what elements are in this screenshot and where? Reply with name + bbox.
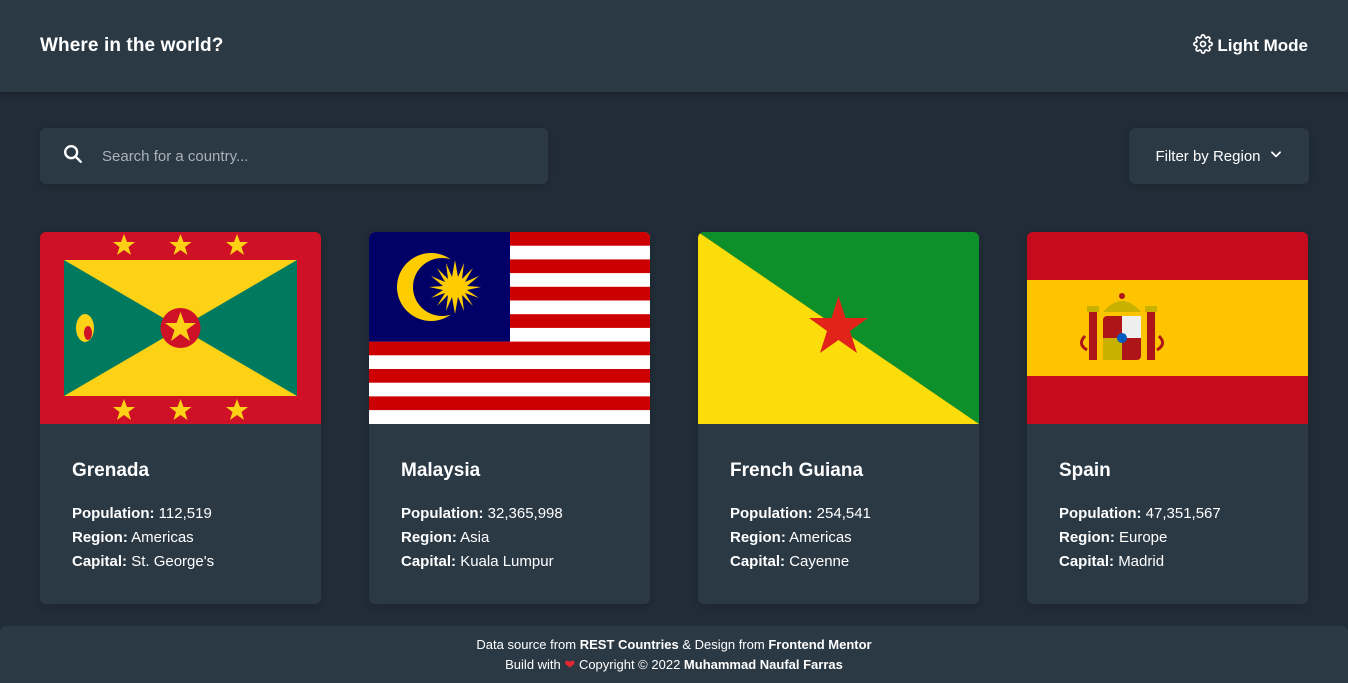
page-footer: Data source from REST Countries & Design… [0, 626, 1348, 683]
country-name: Malaysia [401, 460, 481, 481]
capital-value: Cayenne [789, 553, 850, 570]
footer-text: Build with [505, 656, 561, 672]
country-card[interactable]: Grenada Population: 112,519 Region: Amer… [40, 232, 321, 604]
capital-value: St. George's [131, 553, 215, 570]
region-line: Region: Americas [730, 529, 852, 546]
region-line: Region: Europe [1059, 529, 1168, 546]
population-line: Population: 254,541 [730, 505, 871, 522]
frontend-mentor-link[interactable]: Frontend Mentor [768, 637, 871, 652]
grenada-flag-image [40, 232, 321, 424]
capital-line: Capital: St. George's [72, 553, 215, 570]
region-value: Americas [131, 529, 194, 546]
capital-line: Capital: Madrid [1059, 553, 1165, 570]
population-value: 47,351,567 [1145, 505, 1221, 522]
capital-line: Capital: Cayenne [730, 553, 850, 570]
population-value: 32,365,998 [487, 505, 563, 522]
footer-text: & Design from [682, 636, 765, 652]
chevron-down-icon [1269, 147, 1283, 165]
population-line: Population: 32,365,998 [401, 505, 563, 522]
region-value: Asia [460, 529, 490, 546]
malaysia-flag-image [369, 232, 650, 424]
search-input[interactable] [102, 147, 502, 165]
spain-flag-image [1027, 232, 1308, 424]
country-card[interactable]: French Guiana Population: 254,541 Region… [698, 232, 979, 604]
country-name: French Guiana [730, 460, 864, 481]
capital-value: Madrid [1118, 553, 1165, 570]
country-card[interactable]: Malaysia Population: 32,365,998 Region: … [369, 232, 650, 604]
country-name: Grenada [72, 460, 150, 481]
region-line: Region: Americas [72, 529, 194, 546]
footer-credits-line: Data source from REST Countries & Design… [476, 635, 871, 655]
theme-toggle-button[interactable]: Light Mode [1193, 33, 1308, 59]
heart-icon: ❤ [564, 656, 576, 672]
app-header: Where in the world? Light Mode [0, 0, 1348, 92]
capital-value: Kuala Lumpur [460, 553, 554, 570]
footer-text: Data source from [476, 636, 577, 652]
capital-line: Capital: Kuala Lumpur [401, 553, 554, 570]
population-line: Population: 112,519 [72, 505, 212, 522]
copyright-text: Copyright © 2022 [578, 656, 681, 672]
region-filter-label: Filter by Region [1155, 147, 1261, 165]
region-value: Americas [789, 529, 852, 546]
region-line: Region: Asia [401, 529, 490, 546]
author-link[interactable]: Muhammad Naufal Farras [684, 657, 843, 672]
footer-copyright-line: Build with ❤ Copyright © 2022 Muhammad N… [505, 655, 843, 675]
country-card[interactable]: Spain Population: 47,351,567 Region: Eur… [1027, 232, 1308, 604]
country-grid: Grenada Population: 112,519 Region: Amer… [40, 232, 1308, 604]
population-value: 254,541 [816, 505, 871, 522]
population-line: Population: 47,351,567 [1059, 505, 1221, 522]
rest-countries-link[interactable]: REST Countries [580, 637, 679, 652]
region-filter-dropdown[interactable]: Filter by Region [1129, 128, 1309, 184]
region-value: Europe [1119, 529, 1168, 546]
app-title: Where in the world? [40, 35, 224, 56]
search-bar[interactable] [40, 128, 548, 184]
gear-icon [1193, 33, 1214, 59]
population-value: 112,519 [158, 505, 212, 522]
country-name: Spain [1059, 460, 1111, 481]
french-guiana-flag-image [698, 232, 979, 424]
theme-toggle-label: Light Mode [1217, 36, 1308, 55]
search-icon [62, 143, 84, 170]
